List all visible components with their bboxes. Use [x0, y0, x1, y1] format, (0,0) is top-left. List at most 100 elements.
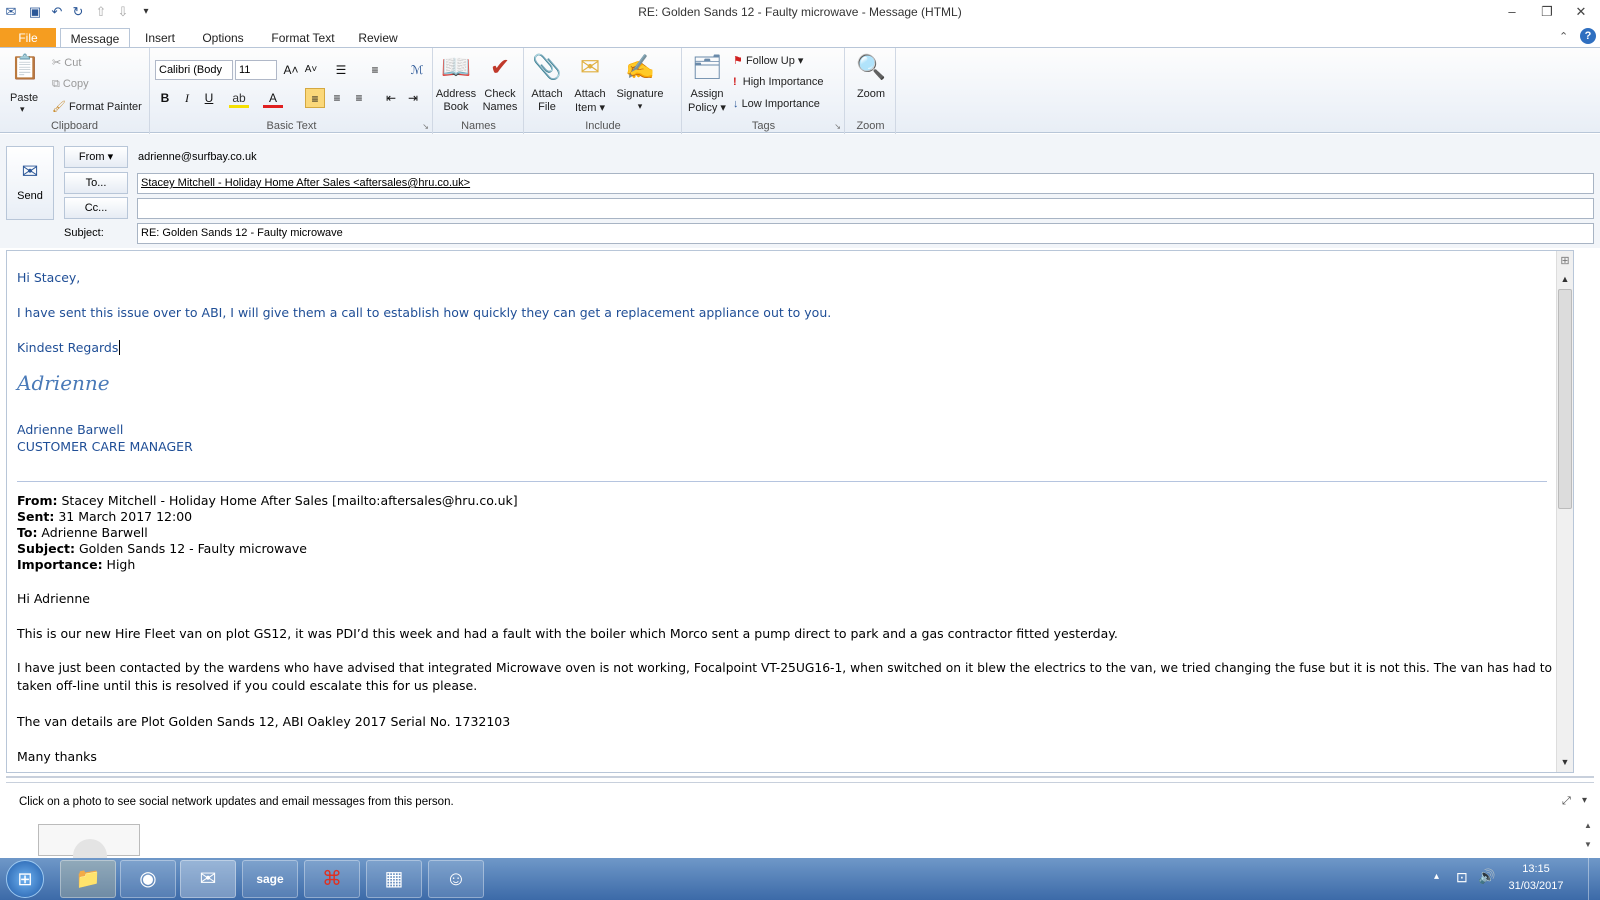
check-names-label-2: Names	[482, 101, 518, 113]
acrobat-icon[interactable]: ⌘	[304, 860, 360, 898]
format-painter-button[interactable]: 🖌 Format Painter	[52, 100, 142, 113]
increase-indent-icon[interactable]: ⇥	[403, 88, 423, 108]
group-label-tags: Tags	[751, 120, 776, 132]
calendar-app-icon[interactable]: ▦	[366, 860, 422, 898]
contact-photo[interactable]	[38, 824, 140, 859]
ruler-icon[interactable]: ⊞	[1557, 253, 1573, 269]
dialog-launcher-icon[interactable]: ↘	[422, 122, 429, 131]
italic-button[interactable]: I	[177, 88, 197, 108]
expand-icon[interactable]: ⤢	[1562, 795, 1571, 808]
scroll-down-icon[interactable]: ▼	[1584, 840, 1592, 849]
font-name-value: Calibri (Body	[159, 64, 222, 76]
message-body[interactable]: Hi Stacey, I have sent this issue over t…	[6, 250, 1574, 773]
bullets-icon[interactable]: ☰	[331, 60, 351, 80]
signature-button[interactable]: ✍ Signature ▾	[613, 52, 667, 116]
minimize-ribbon-icon[interactable]: ⌃	[1559, 30, 1568, 43]
show-hidden-icons[interactable]: ▴	[1434, 871, 1439, 882]
scroll-up-icon[interactable]: ▲	[1557, 271, 1573, 287]
scroll-up-icon[interactable]: ▲	[1584, 821, 1592, 830]
cc-field[interactable]	[137, 198, 1594, 219]
address-book-icon: 📖	[441, 54, 471, 81]
clipboard-group: 📋 Paste ▾ ✂ Cut ⧉ Copy 🖌 Format Painter …	[0, 48, 150, 134]
quoted-importance-label: Importance:	[17, 557, 103, 572]
align-center-button[interactable]: ≡	[327, 88, 347, 108]
sage-icon[interactable]: sage	[242, 860, 298, 898]
restore-icon[interactable]: ❐	[1532, 2, 1562, 22]
network-icon[interactable]: ⊡	[1456, 869, 1468, 886]
tab-message[interactable]: Message	[60, 28, 130, 49]
paperclip-icon: 📎	[532, 54, 562, 81]
ribbon-tabs: File Message Insert Options Format Text …	[0, 24, 1600, 49]
explorer-icon[interactable]: 📁	[60, 860, 116, 898]
attach-item-button[interactable]: ✉ Attach Item ▾	[569, 52, 611, 116]
assign-policy-button[interactable]: 🗂 Assign Policy ▾	[685, 52, 729, 116]
firefox-icon[interactable]: ◉	[120, 860, 176, 898]
attach-file-button[interactable]: 📎 Attach File	[527, 52, 567, 116]
quoted-subject: Subject: Golden Sands 12 - Faulty microw…	[17, 541, 307, 556]
chevron-down-icon[interactable]: ▾	[1582, 795, 1587, 806]
to-field[interactable]: Stacey Mitchell - Holiday Home After Sal…	[137, 173, 1594, 194]
basic-text-group: Calibri (Body 11 A˄ A˅ ☰ ≡ ℳ B I U ab A …	[151, 48, 433, 134]
vertical-scrollbar[interactable]: ⊞ ▲ ▼	[1556, 251, 1573, 772]
subject-field[interactable]: RE: Golden Sands 12 - Faulty microwave	[137, 223, 1594, 244]
scroll-thumb[interactable]	[1558, 289, 1572, 509]
show-desktop-button[interactable]	[1588, 858, 1600, 900]
quoted-p3: The van details are Plot Golden Sands 12…	[17, 714, 511, 729]
send-button[interactable]: ✉ Send	[6, 146, 54, 220]
minimize-icon[interactable]: –	[1497, 2, 1527, 22]
volume-icon[interactable]: 🔊	[1478, 868, 1495, 885]
clock-time[interactable]: 13:15	[1506, 863, 1566, 875]
grow-font-button[interactable]: A˄	[281, 60, 301, 80]
address-book-button[interactable]: 📖 Address Book	[434, 52, 478, 116]
font-color-icon[interactable]: A	[263, 88, 283, 108]
help-icon[interactable]: ?	[1580, 28, 1596, 44]
tab-options[interactable]: Options	[198, 28, 248, 48]
tab-insert[interactable]: Insert	[140, 28, 180, 48]
start-button[interactable]: ⊞	[6, 860, 44, 898]
styles-icon[interactable]: ℳ	[407, 60, 427, 80]
shrink-font-button[interactable]: A˅	[301, 60, 321, 80]
font-size-combo[interactable]: 11	[235, 60, 277, 80]
sig-title: CUSTOMER CARE MANAGER	[17, 439, 193, 454]
clock-date[interactable]: 31/03/2017	[1500, 880, 1572, 892]
cc-button[interactable]: Cc...	[64, 197, 128, 219]
cut-button[interactable]: ✂ Cut	[52, 56, 81, 69]
copy-button[interactable]: ⧉ Copy	[52, 78, 89, 91]
quoted-sent-label: Sent:	[17, 509, 55, 524]
align-left-button[interactable]: ≡	[305, 88, 325, 108]
assign-policy-label-2: Policy ▾	[688, 102, 726, 114]
tab-file[interactable]: File	[0, 28, 56, 48]
to-recipient[interactable]: Stacey Mitchell - Holiday Home After Sal…	[141, 177, 470, 189]
tab-review[interactable]: Review	[357, 28, 399, 48]
scroll-down-icon[interactable]: ▼	[1557, 754, 1573, 770]
from-button[interactable]: From ▾	[64, 146, 128, 168]
zoom-button[interactable]: 🔍 Zoom	[850, 52, 892, 104]
align-right-button[interactable]: ≡	[349, 88, 369, 108]
dialog-launcher-icon[interactable]: ↘	[834, 122, 841, 131]
high-importance-button[interactable]: ! High Importance	[733, 76, 824, 88]
people-pane: Click on a photo to see social network u…	[6, 782, 1594, 859]
paste-label: Paste	[10, 92, 39, 104]
underline-button[interactable]: U	[199, 88, 219, 108]
quoted-closing: Many thanks	[17, 749, 97, 764]
close-icon[interactable]: ✕	[1566, 2, 1596, 22]
numbering-icon[interactable]: ≡	[365, 60, 385, 80]
check-names-button[interactable]: ✔ Check Names	[478, 52, 522, 116]
quoted-to-value: Adrienne Barwell	[37, 525, 148, 540]
check-names-icon: ✔	[489, 54, 511, 81]
quoted-to-label: To:	[17, 525, 38, 540]
bold-button[interactable]: B	[155, 88, 175, 108]
tab-format-text[interactable]: Format Text	[268, 28, 338, 48]
highlight-icon[interactable]: ab	[229, 88, 249, 108]
group-label-zoom: Zoom	[856, 120, 885, 132]
decrease-indent-icon[interactable]: ⇤	[381, 88, 401, 108]
pane-splitter[interactable]	[6, 776, 1594, 778]
paste-button[interactable]: 📋 Paste ▾	[6, 52, 44, 114]
outlook-taskbar-icon[interactable]: ✉	[180, 860, 236, 898]
body-line1: I have sent this issue over to ABI, I wi…	[17, 305, 832, 320]
font-name-combo[interactable]: Calibri (Body	[155, 60, 233, 80]
low-importance-button[interactable]: ↓ Low Importance	[733, 98, 820, 110]
to-button[interactable]: To...	[64, 172, 128, 194]
contacts-app-icon[interactable]: ☺	[428, 860, 484, 898]
follow-up-button[interactable]: ⚑ Follow Up ▾	[733, 54, 803, 67]
